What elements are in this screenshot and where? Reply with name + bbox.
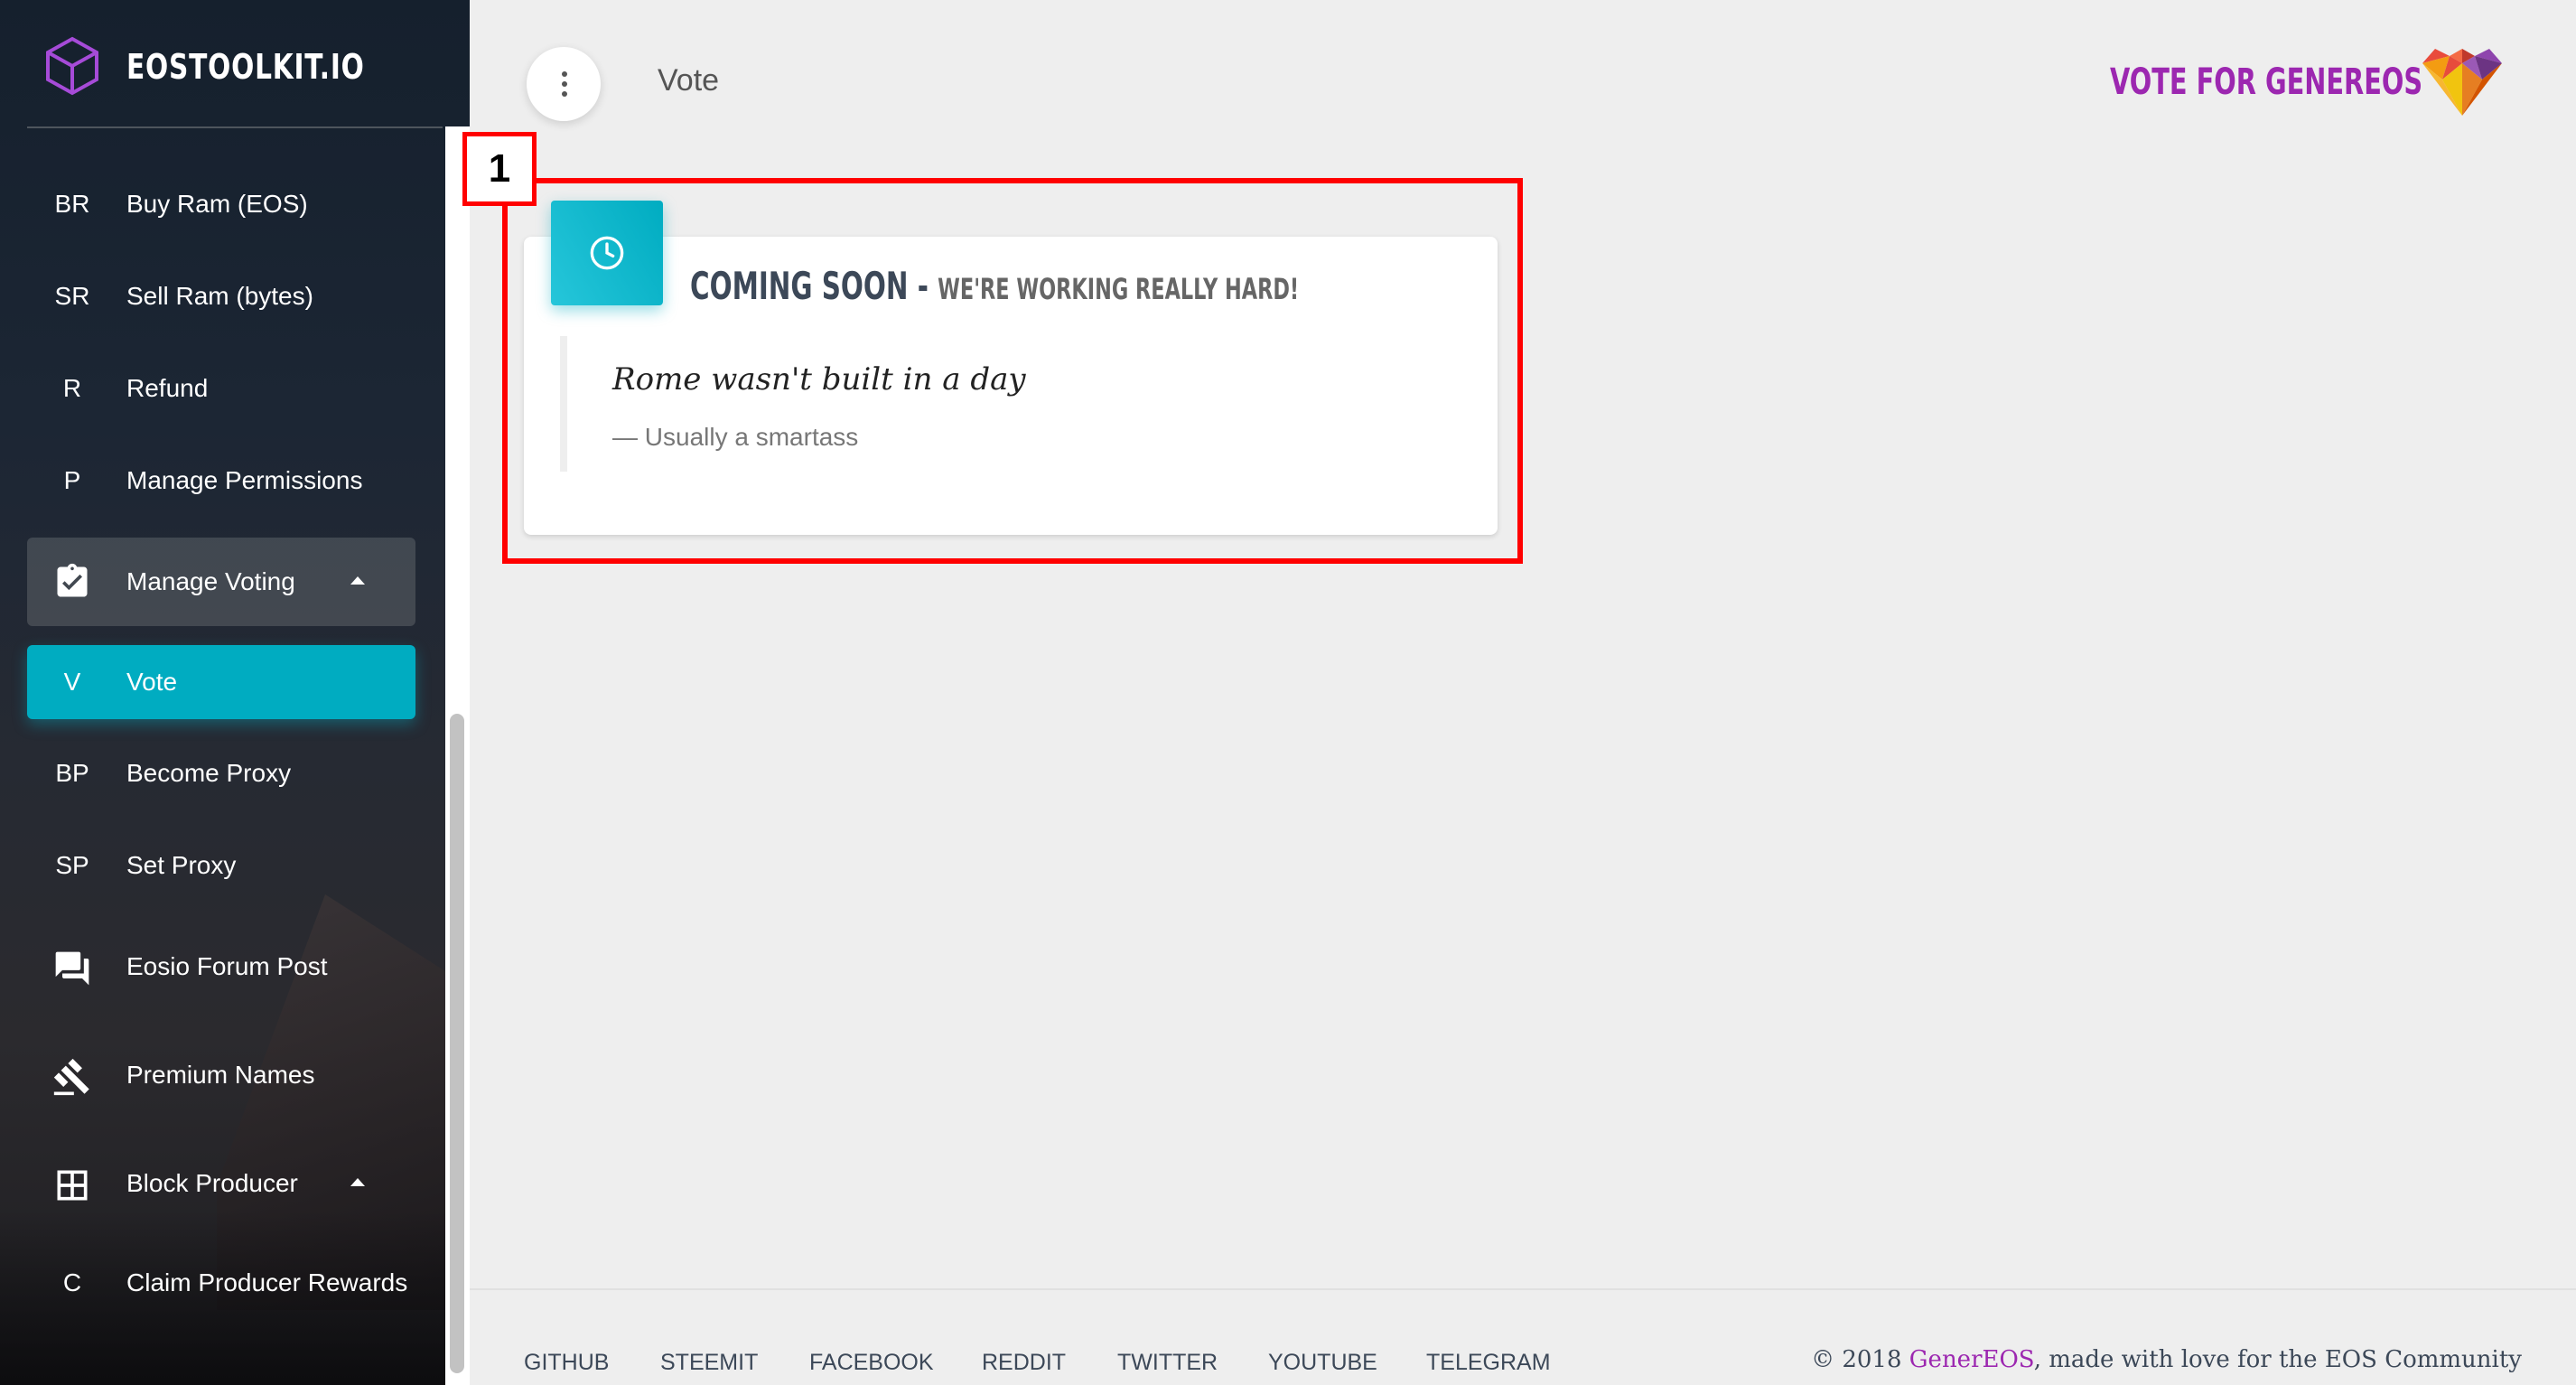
sidebar-item-premium-names[interactable]: Premium Names [27, 1039, 415, 1111]
genereos-link[interactable]: GenerEOS [1909, 1346, 2034, 1373]
sidebar-item-become-proxy[interactable]: BP Become Proxy [27, 737, 415, 809]
sidebar-item-abbr: SR [54, 282, 90, 310]
sidebar-item-abbr: V [63, 668, 81, 696]
footer-divider [470, 1288, 2576, 1290]
footer-link-steemit[interactable]: STEEMIT [660, 1350, 758, 1376]
sidebar-item-label: Become Proxy [126, 759, 292, 787]
sidebar-item-eosio-forum-post[interactable]: Eosio Forum Post [27, 931, 415, 1003]
sidebar-item-abbr: BR [54, 190, 90, 218]
card-title: COMING SOON - WE'RE WORKING REALLY HARD! [690, 264, 1299, 308]
copyright-suffix: , made with love for the EOS Community [2033, 1346, 2522, 1373]
sidebar-item-label: Set Proxy [126, 851, 237, 879]
footer-link-telegram[interactable]: TELEGRAM [1426, 1350, 1551, 1376]
caret-up-icon [350, 1178, 365, 1186]
sidebar: EOSTOOLKIT.IO BR Buy Ram (EOS) SR Sell R… [0, 0, 470, 1385]
sidebar-item-abbr: C [62, 1268, 82, 1296]
brand-name: EOSTOOLKIT.IO [126, 47, 365, 87]
blockquote: Rome wasn't built in a day — Usually a s… [560, 336, 1380, 472]
genereos-heart-logo-icon[interactable] [2422, 47, 2502, 116]
quote-author: — Usually a smartass [612, 423, 859, 451]
annotation-marker: 1 [462, 132, 537, 206]
sidebar-item-label: Premium Names [126, 1061, 315, 1089]
footer-link-facebook[interactable]: FACEBOOK [809, 1350, 934, 1376]
sidebar-item-vote[interactable]: V Vote [27, 645, 415, 719]
sidebar-group-label: Block Producer [126, 1169, 298, 1197]
footer-link-reddit[interactable]: REDDIT [982, 1350, 1066, 1376]
footer-link-youtube[interactable]: YOUTUBE [1268, 1350, 1377, 1376]
card-title-sub: WE'RE WORKING REALLY HARD! [938, 272, 1300, 306]
sidebar-item-abbr: SP [55, 851, 89, 879]
sidebar-item-label: Manage Permissions [126, 466, 363, 494]
sidebar-group-manage-voting[interactable]: Manage Voting [27, 538, 415, 626]
sidebar-item-abbr: R [62, 374, 82, 402]
sidebar-group-label: Manage Voting [126, 567, 295, 595]
sidebar-item-label: Sell Ram (bytes) [126, 282, 313, 310]
gavel-icon [53, 1058, 89, 1096]
card-title-main: COMING SOON - [690, 264, 938, 308]
page-title: Vote [658, 63, 720, 98]
footer-link-twitter[interactable]: TWITTER [1117, 1350, 1218, 1376]
more-vertical-icon-dot [562, 91, 567, 97]
sidebar-scrollbar-thumb[interactable] [450, 714, 464, 1373]
sidebar-group-block-producer[interactable]: Block Producer [27, 1147, 415, 1220]
vote-for-genereos-link[interactable]: VOTE FOR GENEREOS [2110, 61, 2422, 103]
dashboard-icon [57, 1170, 88, 1201]
sidebar-item-buy-ram[interactable]: BR Buy Ram (EOS) [27, 168, 415, 240]
forum-icon [55, 951, 89, 986]
sidebar-item-abbr: P [63, 466, 81, 494]
sidebar-item-manage-permissions[interactable]: P Manage Permissions [27, 445, 415, 517]
sidebar-item-abbr: BP [55, 759, 89, 787]
clock-icon [590, 236, 624, 270]
sidebar-item-label: Eosio Forum Post [126, 952, 328, 980]
more-menu-button[interactable] [527, 47, 601, 121]
sidebar-item-label: Claim Producer Rewards [126, 1268, 408, 1296]
sidebar-item-label: Vote [126, 668, 178, 696]
footer-link-github[interactable]: GITHUB [524, 1350, 609, 1376]
brand-header[interactable]: EOSTOOLKIT.IO [27, 0, 443, 128]
quote-text: Rome wasn't built in a day [612, 361, 1026, 398]
sidebar-item-claim-producer-rewards[interactable]: C Claim Producer Rewards [27, 1247, 415, 1319]
copyright: © 2018 GenerEOS, made with love for the … [1811, 1346, 2522, 1373]
card-header-icon [551, 201, 663, 305]
sidebar-item-refund[interactable]: R Refund [27, 352, 415, 425]
sidebar-item-set-proxy[interactable]: SP Set Proxy [27, 829, 415, 902]
sidebar-item-label: Refund [126, 374, 209, 402]
assignment-turned-in-icon [57, 563, 88, 597]
copyright-prefix: © 2018 [1811, 1346, 1909, 1373]
caret-up-icon [350, 576, 365, 585]
more-vertical-icon [562, 71, 567, 77]
cube-logo-icon [46, 36, 98, 96]
sidebar-item-sell-ram[interactable]: SR Sell Ram (bytes) [27, 260, 415, 332]
more-vertical-icon-dot [562, 81, 567, 87]
sidebar-item-label: Buy Ram (EOS) [126, 190, 308, 218]
